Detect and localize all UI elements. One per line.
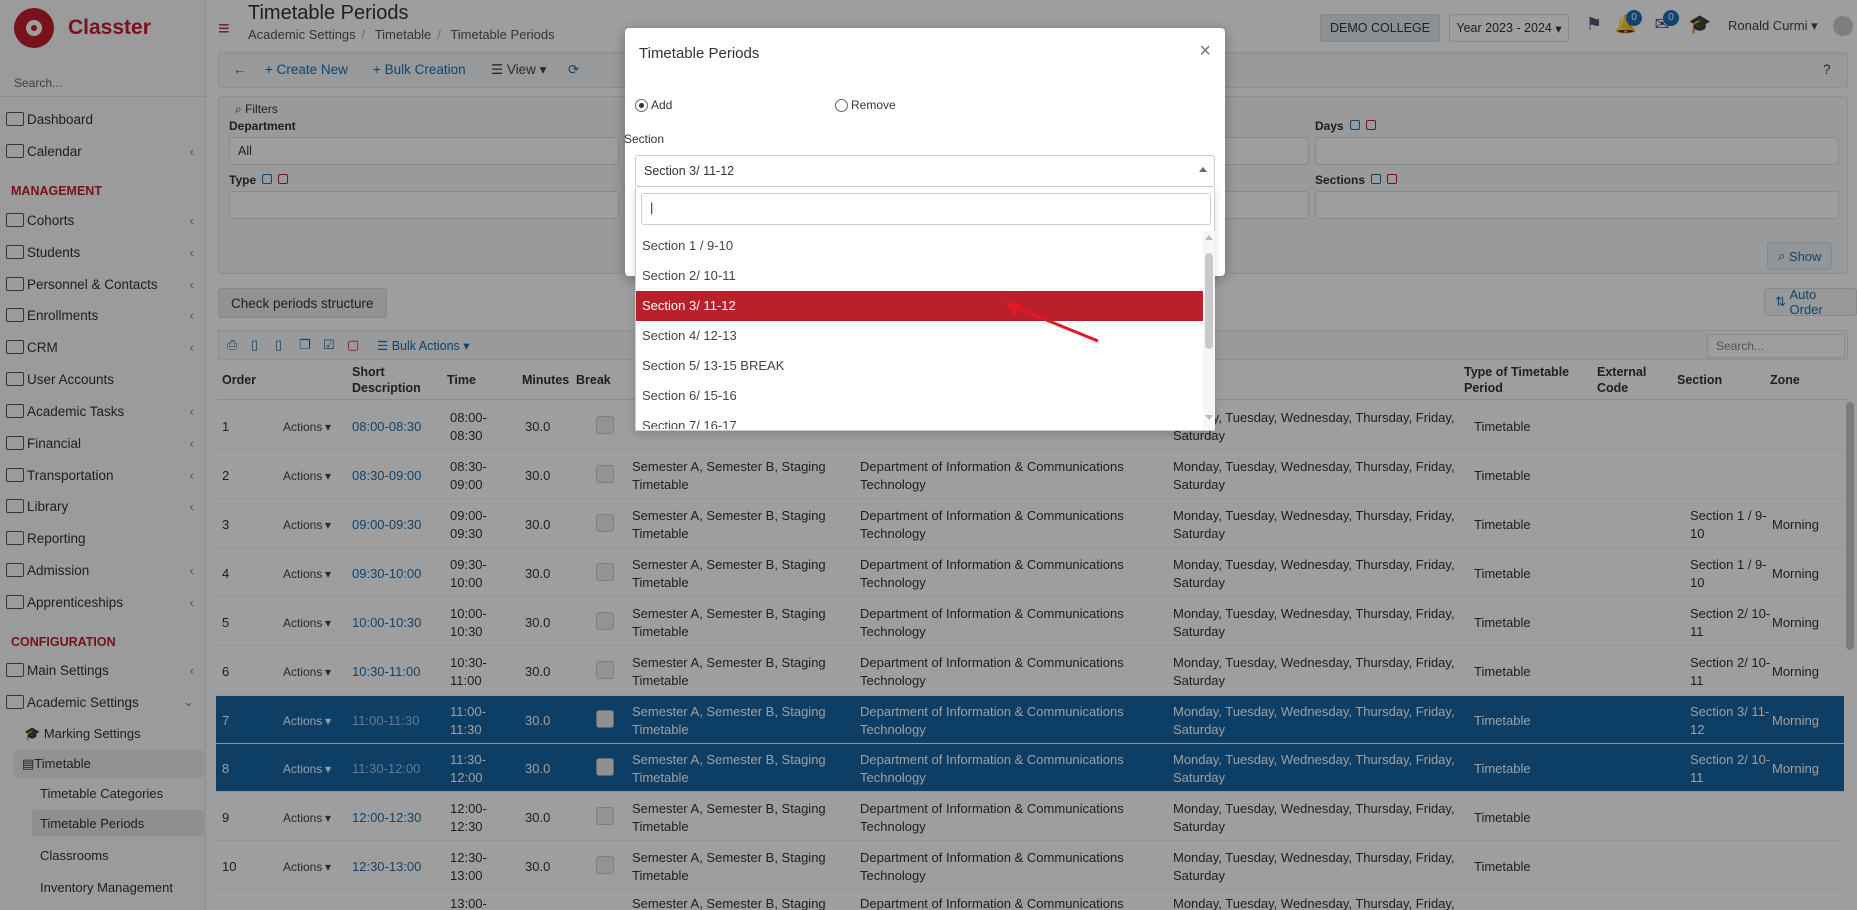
remove-radio[interactable]: Remove: [835, 98, 896, 112]
radio-checked-icon: [635, 98, 648, 112]
modal-title: Timetable Periods: [639, 45, 760, 62]
dropdown-option[interactable]: Section 5/ 13-15 BREAK: [636, 351, 1203, 381]
dropdown-options: Section 1 / 9-10 Section 2/ 10-11 Section …: [636, 231, 1204, 429]
dropdown-option[interactable]: Section 1 / 9-10: [636, 231, 1203, 261]
scroll-up-icon[interactable]: [1205, 235, 1213, 240]
add-radio-label: Add: [651, 98, 673, 112]
caret-up-icon: [1199, 167, 1207, 172]
section-select-value: Section 3/ 11-12: [644, 164, 735, 178]
section-select[interactable]: Section 3/ 11-12: [635, 155, 1215, 187]
dropdown-option[interactable]: Section 6/ 15-16: [636, 381, 1203, 411]
dropdown-option[interactable]: Section 2/ 10-11: [636, 261, 1203, 291]
remove-radio-label: Remove: [851, 98, 896, 112]
dropdown-search-input[interactable]: |: [641, 193, 1211, 225]
section-dropdown: | Section 1 / 9-10 Section 2/ 10-11 Sectio…: [635, 187, 1215, 431]
dropdown-option[interactable]: Section 3/ 11-12: [636, 291, 1203, 321]
add-radio[interactable]: Add: [635, 98, 672, 112]
radio-unchecked-icon: [835, 98, 848, 112]
section-label: Section: [624, 132, 665, 146]
dropdown-scrollbar-thumb[interactable]: [1205, 253, 1213, 349]
dropdown-option[interactable]: Section 7/ 16-17: [636, 411, 1203, 429]
dropdown-option[interactable]: Section 4/ 12-13: [636, 321, 1203, 351]
scroll-down-icon[interactable]: [1205, 415, 1213, 420]
close-icon[interactable]: ×: [1199, 40, 1211, 63]
